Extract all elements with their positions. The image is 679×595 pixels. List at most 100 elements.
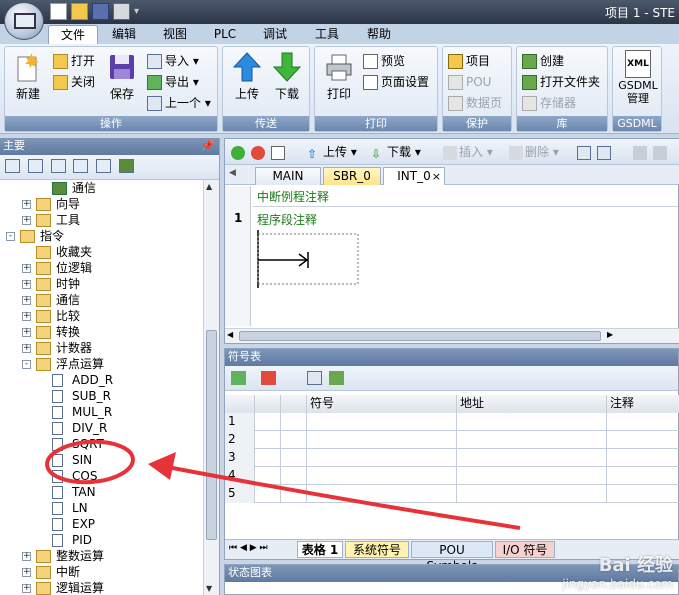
table-cell[interactable] bbox=[307, 413, 457, 431]
tab-main[interactable]: MAIN bbox=[255, 167, 321, 185]
tree-item[interactable]: + 整数运算 bbox=[0, 548, 204, 564]
new-button[interactable]: 新建 bbox=[11, 51, 45, 102]
tree-item[interactable]: + 转换 bbox=[0, 324, 204, 340]
tab-file[interactable]: 文件 bbox=[48, 25, 98, 44]
tree-item[interactable]: SIN bbox=[0, 452, 204, 468]
table-icon[interactable] bbox=[307, 371, 322, 385]
tab-nav-left-icon[interactable]: ◀ bbox=[229, 168, 236, 178]
table-cell[interactable] bbox=[255, 431, 281, 449]
table-cell[interactable] bbox=[307, 449, 457, 467]
column-icon[interactable] bbox=[255, 395, 281, 413]
tree-scrollbar[interactable]: ▲ ▼ bbox=[203, 180, 219, 595]
row-number[interactable]: 4 bbox=[225, 467, 255, 485]
tree-item[interactable]: 收藏夹 bbox=[0, 244, 204, 260]
routine-comment[interactable]: 中断例程注释 bbox=[257, 188, 329, 205]
table-cell[interactable] bbox=[307, 485, 457, 503]
tree-item[interactable]: SUB_R bbox=[0, 388, 204, 404]
open-button[interactable]: 打开 bbox=[53, 52, 95, 71]
editor-download-button[interactable]: ⇩ 下载 ▾ bbox=[371, 144, 421, 161]
row-number[interactable]: 5 bbox=[225, 485, 255, 503]
table-cell[interactable] bbox=[255, 485, 281, 503]
table-cell[interactable] bbox=[281, 449, 307, 467]
table-cell[interactable] bbox=[607, 485, 679, 503]
row-number[interactable]: 3 bbox=[225, 449, 255, 467]
expand-icon[interactable]: + bbox=[22, 280, 31, 289]
view-icon[interactable] bbox=[5, 159, 20, 173]
column-comment[interactable]: 注释 bbox=[607, 395, 679, 413]
tree-item[interactable]: + 比较 bbox=[0, 308, 204, 324]
delete-button[interactable]: 删除 ▾ bbox=[509, 144, 559, 160]
column-address[interactable]: 地址 bbox=[457, 395, 607, 413]
tree-item[interactable]: COS bbox=[0, 468, 204, 484]
import-button[interactable]: 导入 ▾ bbox=[147, 52, 199, 71]
network-comment[interactable]: 程序段注释 bbox=[257, 211, 317, 228]
gsdml-manage-button[interactable]: XML GSDML 管理 bbox=[617, 50, 659, 105]
table-cell[interactable] bbox=[307, 467, 457, 485]
protect-project-button[interactable]: 项目 bbox=[448, 52, 490, 71]
view-icon[interactable] bbox=[96, 159, 112, 173]
scroll-left-icon[interactable]: ◀ bbox=[227, 330, 233, 339]
table-cell[interactable] bbox=[607, 467, 679, 485]
expand-icon[interactable]: + bbox=[22, 584, 31, 593]
tree-item[interactable]: + 时钟 bbox=[0, 276, 204, 292]
qat-customize-icon[interactable]: ▾ bbox=[134, 3, 144, 20]
tab-help[interactable]: 帮助 bbox=[356, 25, 402, 44]
protect-data-page-button[interactable]: 数据页 bbox=[448, 94, 502, 113]
table-cell[interactable] bbox=[255, 449, 281, 467]
view-icon[interactable] bbox=[27, 159, 43, 173]
tab-system-symbols[interactable]: 系统符号 bbox=[345, 541, 409, 558]
stop-icon[interactable] bbox=[251, 144, 267, 160]
tab-tools[interactable]: 工具 bbox=[304, 25, 350, 44]
tree-item[interactable]: + 中断 bbox=[0, 564, 204, 580]
table-cell[interactable] bbox=[281, 485, 307, 503]
tab-int0[interactable]: INT_0 × bbox=[383, 167, 445, 185]
tab-view[interactable]: 视图 bbox=[152, 25, 198, 44]
upload-button[interactable]: 上传 bbox=[229, 51, 265, 102]
row-number[interactable]: 1 bbox=[225, 413, 255, 431]
tab-debug[interactable]: 调试 bbox=[252, 25, 298, 44]
table-row[interactable]: 3 bbox=[225, 449, 679, 467]
tree-item[interactable]: PID bbox=[0, 532, 204, 548]
table-cell[interactable] bbox=[607, 449, 679, 467]
tree-item[interactable]: - 指令 bbox=[0, 228, 204, 244]
tree-item[interactable]: TAN bbox=[0, 484, 204, 500]
close-icon[interactable]: × bbox=[432, 168, 441, 185]
table-cell[interactable] bbox=[607, 413, 679, 431]
expand-icon[interactable]: + bbox=[22, 312, 31, 321]
compile-icon[interactable] bbox=[271, 144, 287, 160]
page-setup-button[interactable]: 页面设置 bbox=[363, 73, 429, 92]
scroll-right-icon[interactable]: ▶ bbox=[607, 330, 613, 339]
tab-pou-symbols[interactable]: POU Symbols bbox=[411, 541, 493, 573]
print-icon[interactable] bbox=[113, 3, 130, 20]
expand-icon[interactable]: + bbox=[22, 296, 31, 305]
table-cell[interactable] bbox=[457, 485, 607, 503]
table-cell[interactable] bbox=[255, 413, 281, 431]
table-cell[interactable] bbox=[281, 467, 307, 485]
tab-edit[interactable]: 编辑 bbox=[102, 25, 146, 44]
tree-item[interactable]: EXP bbox=[0, 516, 204, 532]
run-icon[interactable] bbox=[231, 144, 247, 160]
open-folder-icon[interactable] bbox=[71, 3, 88, 20]
bookmark-icon[interactable] bbox=[633, 144, 649, 160]
table-row[interactable]: 4 bbox=[225, 467, 679, 485]
expand-icon[interactable]: + bbox=[22, 328, 31, 337]
preview-button[interactable]: 预览 bbox=[363, 52, 405, 71]
view-icon[interactable] bbox=[73, 159, 89, 173]
expand-icon[interactable]: + bbox=[22, 200, 31, 209]
expand-icon[interactable]: + bbox=[22, 344, 31, 353]
expand-icon[interactable]: + bbox=[22, 568, 31, 577]
table-cell[interactable] bbox=[281, 413, 307, 431]
tree-item[interactable]: 通信 bbox=[0, 180, 204, 196]
table-cell[interactable] bbox=[457, 431, 607, 449]
row-number[interactable]: 2 bbox=[225, 431, 255, 449]
table-row[interactable]: 2 bbox=[225, 431, 679, 449]
collapse-icon[interactable]: - bbox=[6, 232, 15, 241]
pin-icon[interactable]: 📌 bbox=[201, 138, 215, 154]
save-button[interactable]: 保存 bbox=[105, 51, 139, 102]
bookmark-icon[interactable] bbox=[653, 144, 669, 160]
editor-upload-button[interactable]: ⇧ 上传 ▾ bbox=[307, 144, 357, 161]
close-button[interactable]: 关闭 bbox=[53, 73, 95, 92]
table-cell[interactable] bbox=[281, 431, 307, 449]
tab-plc[interactable]: PLC bbox=[204, 25, 246, 44]
scroll-thumb[interactable] bbox=[206, 330, 217, 540]
